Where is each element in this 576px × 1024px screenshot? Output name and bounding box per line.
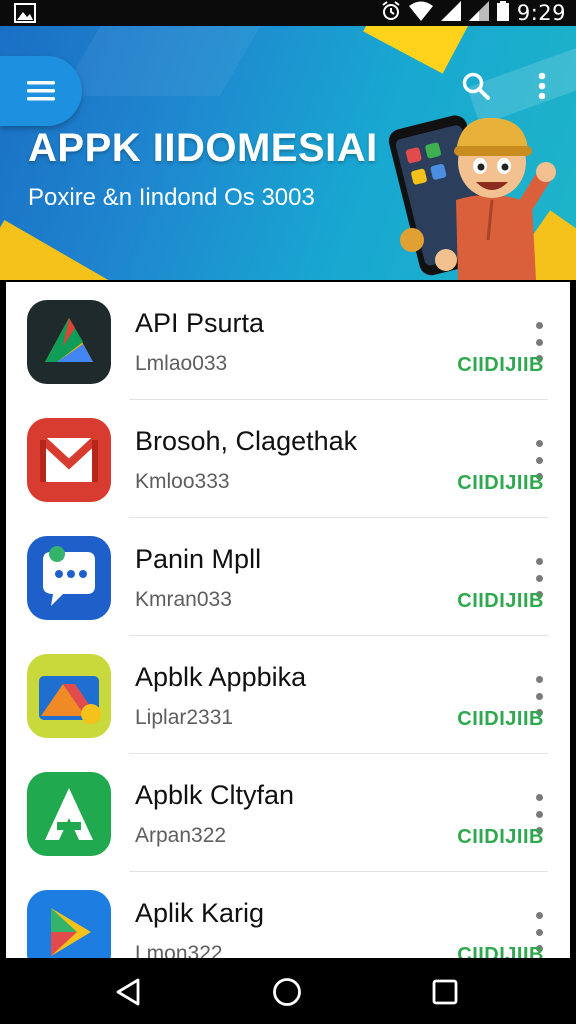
chat-bubble-icon: [27, 536, 111, 620]
home-circle-icon: [273, 978, 301, 1006]
status-time: 9:29: [516, 1, 566, 25]
alarm-icon: [381, 0, 401, 26]
signal-icon-secondary: [468, 0, 489, 26]
mail-m-icon: [27, 418, 111, 502]
list-item-subtitle: Kmloo333: [135, 470, 230, 493]
list-item-title: Panin Mpll: [135, 544, 262, 574]
item-action-button[interactable]: CIIDIJIIB: [457, 472, 544, 495]
hamburger-menu-icon: [27, 81, 55, 101]
page-subtitle: Poxire &n Iindond Os 3003: [28, 184, 315, 211]
item-action-button[interactable]: CIIDIJIIB: [457, 944, 544, 958]
list-item-title: Brosoh, Clagethak: [135, 426, 358, 456]
list-item-title: API Psurta: [135, 308, 265, 338]
list-item-subtitle: Lmlao033: [135, 352, 228, 375]
item-action-button[interactable]: CIIDIJIIB: [457, 354, 544, 377]
item-action-button[interactable]: CIIDIJIIB: [457, 826, 544, 849]
list-item-title: Aplik Karig: [135, 898, 265, 928]
home-button[interactable]: [267, 972, 307, 1012]
list-item-subtitle: Arpan322: [135, 824, 227, 847]
page-title: APPK IIDOMESIAI: [28, 126, 378, 170]
header-banner: APPK IIDOMESIAI Poxire &n Iindond Os 300…: [0, 26, 576, 280]
back-button[interactable]: [108, 972, 148, 1012]
item-action-button[interactable]: CIIDIJIIB: [457, 708, 544, 731]
list-item-subtitle: Kmran033: [135, 588, 232, 611]
folder-triangle-icon: [27, 654, 111, 738]
wifi-icon: [408, 1, 433, 26]
letter-a-icon: [27, 772, 111, 856]
list-item-subtitle: Liplar2331: [135, 706, 234, 729]
list-item-subtitle: Lmon322: [135, 942, 223, 958]
list-item[interactable]: Panin Mpll Kmran033 CIIDIJIIB: [6, 518, 570, 636]
app-list: API Psurta Lmlao033 CIIDIJIIB Brosoh, Cl…: [6, 282, 570, 958]
triangle-logo-icon: [27, 300, 111, 384]
signal-icon: [440, 0, 461, 26]
item-action-button[interactable]: CIIDIJIIB: [457, 590, 544, 613]
list-item[interactable]: Brosoh, Clagethak Kmloo333 CIIDIJIIB: [6, 400, 570, 518]
battery-icon: [496, 0, 509, 26]
list-item[interactable]: Apblk Cltyfan Arpan322 CIIDIJIIB: [6, 754, 570, 872]
status-bar: 9:29: [0, 0, 576, 26]
navigation-bar: [0, 958, 576, 1024]
list-item-title: Apblk Appbika: [135, 662, 307, 692]
list-item-title: Apblk Cltyfan: [135, 780, 295, 810]
back-triangle-icon: [116, 978, 140, 1006]
mascot-illustration: [384, 80, 564, 280]
status-icons: 9:29: [381, 0, 566, 26]
recents-square-icon: [432, 979, 458, 1005]
recents-button[interactable]: [425, 972, 465, 1012]
list-item[interactable]: Apblk Appbika Liplar2331 CIIDIJIIB: [6, 636, 570, 754]
image-icon: [14, 3, 36, 23]
list-item[interactable]: API Psurta Lmlao033 CIIDIJIIB: [6, 282, 570, 400]
play-triangle-icon: [27, 890, 111, 958]
list-item[interactable]: Aplik Karig Lmon322 CIIDIJIIB: [6, 872, 570, 958]
menu-button[interactable]: [0, 56, 82, 126]
